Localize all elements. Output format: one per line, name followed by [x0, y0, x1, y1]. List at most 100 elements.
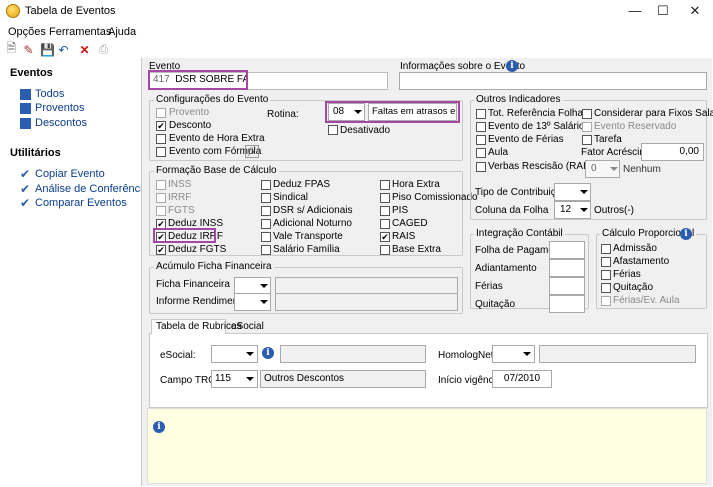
homolognet-label: HomologNet: [438, 350, 497, 361]
inicio-input[interactable]: 07/2010 [492, 370, 552, 388]
verbas-select[interactable]: 0 [585, 160, 620, 178]
formacao-label: Adicional Noturno [273, 218, 352, 229]
maximize-icon[interactable]: ☐ [648, 0, 678, 22]
formula-checkbox[interactable] [156, 147, 166, 157]
formacao-checkbox[interactable]: ✔ [380, 232, 390, 242]
minimize-icon[interactable]: — [620, 0, 650, 22]
decimo-checkbox[interactable] [476, 122, 486, 132]
formacao-checkbox[interactable] [380, 193, 390, 203]
formacao-checkbox[interactable] [261, 232, 271, 242]
edit-icon[interactable]: ✎ [21, 42, 36, 57]
list-icon [20, 89, 31, 100]
formacao-checkbox[interactable] [380, 206, 390, 216]
sidebar-item-comparar[interactable]: Comparar Eventos [35, 197, 127, 209]
reservado-checkbox[interactable] [582, 122, 592, 132]
considerar-checkbox[interactable] [582, 109, 592, 119]
check-icon: ✔ [20, 167, 31, 181]
new-icon[interactable]: 🗎 [4, 41, 19, 57]
formacao-checkbox[interactable] [156, 193, 166, 203]
menu-ferramentas[interactable]: Ferramentas [49, 26, 111, 38]
desativado-checkbox[interactable] [328, 125, 338, 135]
calculo-checkbox[interactable] [601, 296, 611, 306]
formacao-checkbox[interactable] [380, 180, 390, 190]
provento-checkbox[interactable] [156, 108, 166, 118]
formacao-checkbox[interactable] [261, 206, 271, 216]
check-icon: ✔ [20, 182, 31, 196]
chevron-down-icon [610, 167, 618, 171]
rotina-name-field[interactable]: Faltas em atrasos em dia [368, 103, 457, 121]
menu-opcoes[interactable]: Opções [8, 26, 46, 38]
ferias-label: Evento de Férias [488, 134, 564, 145]
calculo-checkbox[interactable] [601, 283, 611, 293]
delete-icon[interactable]: ✕ [77, 42, 92, 57]
formacao-checkbox[interactable]: ✔ [156, 245, 166, 255]
formacao-checkbox[interactable] [261, 245, 271, 255]
tab-rubricas[interactable]: Tabela de Rubricas [156, 321, 242, 332]
verbas-label: Verbas Rescisão (RAIS) [488, 161, 596, 172]
tipo-contrib-select[interactable] [554, 183, 591, 201]
calculo-checkbox[interactable] [601, 244, 611, 254]
calculo-checkbox[interactable] [601, 257, 611, 267]
rotina-label: Rotina: [267, 109, 299, 120]
info-icon[interactable]: i [680, 228, 692, 240]
informe-name-field [275, 293, 458, 311]
sidebar-item-analise[interactable]: Análise de Conferência [35, 183, 149, 195]
acumulo-title: Acúmulo Ficha Financeira [154, 261, 274, 272]
integracao-input[interactable] [549, 241, 585, 259]
sidebar-item-todos[interactable]: Todos [35, 88, 64, 100]
tab-esocial[interactable]: eSocial [231, 321, 264, 332]
coluna-folha-select[interactable]: 12 [554, 201, 591, 219]
rotina-select[interactable]: 08 [328, 103, 365, 121]
informe-select[interactable] [234, 293, 271, 311]
coluna-name: Outros(-) [594, 205, 634, 216]
print-icon[interactable]: ⎙ [96, 42, 111, 57]
formacao-checkbox[interactable] [156, 180, 166, 190]
integracao-input[interactable] [549, 295, 585, 313]
formacao-label: PIS [392, 205, 409, 216]
integracao-input[interactable] [549, 259, 585, 277]
esocial-select[interactable] [211, 345, 258, 363]
sidebar-item-copiar[interactable]: Copiar Evento [35, 168, 105, 180]
close-window-icon[interactable]: ✕ [680, 0, 710, 22]
info-icon[interactable]: i [262, 347, 274, 359]
formacao-checkbox[interactable] [380, 245, 390, 255]
formacao-label: Base Extra [392, 244, 441, 255]
hora-extra-label: Evento de Hora Extra [169, 133, 265, 144]
sidebar-utilitarios-title: Utilitários [10, 147, 61, 159]
coluna-folha-label: Coluna da Folha [475, 205, 549, 216]
sidebar-item-descontos[interactable]: Descontos [35, 117, 87, 129]
tot-ref-checkbox[interactable] [476, 109, 486, 119]
homolognet-select[interactable] [492, 345, 535, 363]
decimo-label: Evento de 13º Salário [488, 121, 585, 132]
trct-select[interactable]: 115 [211, 370, 258, 388]
hora-extra-checkbox[interactable] [156, 134, 166, 144]
undo-icon[interactable]: ↶ [56, 42, 71, 57]
formacao-checkbox[interactable] [261, 180, 271, 190]
calculo-checkbox[interactable] [601, 270, 611, 280]
integracao-input[interactable] [549, 277, 585, 295]
formacao-label: Vale Transporte [273, 231, 343, 242]
info-field[interactable] [399, 72, 707, 90]
sidebar-eventos-title: Eventos [10, 67, 53, 79]
chevron-down-icon [523, 352, 531, 356]
info-icon[interactable]: i [506, 60, 518, 72]
aula-checkbox[interactable] [476, 148, 486, 158]
chevron-down-icon [260, 300, 268, 304]
formacao-checkbox[interactable] [261, 219, 271, 229]
formacao-checkbox[interactable] [380, 219, 390, 229]
tarefa-checkbox[interactable] [582, 135, 592, 145]
formacao-checkbox[interactable] [261, 193, 271, 203]
verbas-checkbox[interactable] [476, 162, 486, 172]
formacao-label: FGTS [168, 205, 195, 216]
sidebar-item-proventos[interactable]: Proventos [35, 102, 85, 114]
ferias-checkbox[interactable] [476, 135, 486, 145]
desconto-checkbox[interactable]: ✔ [156, 121, 166, 131]
menu-ajuda[interactable]: Ajuda [108, 26, 136, 38]
trct-code: 115 [215, 373, 231, 384]
save-icon[interactable]: 💾 [40, 42, 55, 57]
calculo-label: Afastamento [613, 256, 670, 267]
fator-input[interactable]: 0,00 [641, 143, 704, 161]
formula-fx-button[interactable]: fx [245, 145, 259, 158]
coluna-value: 12 [560, 204, 572, 215]
formacao-checkbox[interactable] [156, 206, 166, 216]
